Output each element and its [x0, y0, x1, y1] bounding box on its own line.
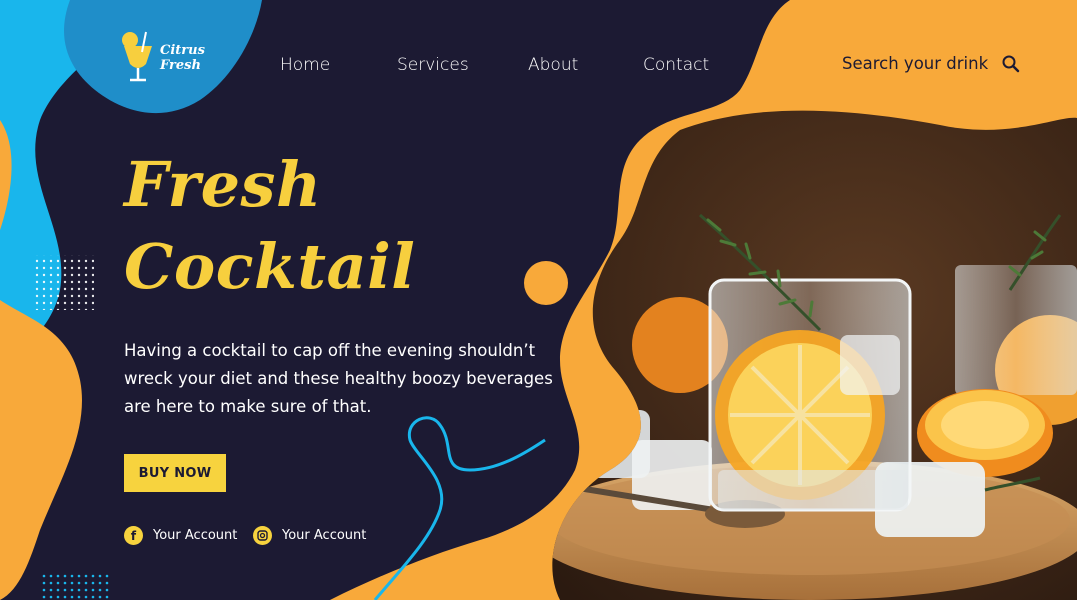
hero-title-line2: Cocktail: [124, 230, 416, 303]
nav-home[interactable]: Home: [280, 55, 330, 75]
instagram-account-label: Your Account: [282, 528, 367, 543]
search-bar[interactable]: Search your drink: [842, 54, 1020, 73]
hero-title-line1: Fresh: [124, 148, 322, 221]
instagram-account-link[interactable]: Your Account: [253, 526, 366, 545]
buy-now-button[interactable]: BUY NOW: [124, 454, 226, 492]
facebook-account-label: Your Account: [153, 528, 238, 543]
search-icon[interactable]: [1002, 55, 1020, 73]
instagram-icon: [253, 526, 272, 545]
nav-about[interactable]: About: [528, 55, 578, 75]
nav-contact[interactable]: Contact: [643, 55, 709, 75]
nav-services[interactable]: Services: [397, 55, 469, 75]
search-label[interactable]: Search your drink: [842, 54, 988, 73]
hero-description: Having a cocktail to cap off the evening…: [124, 341, 553, 416]
cocktail-glass-icon: [122, 31, 152, 82]
brand-name: Citrus Fresh: [160, 43, 205, 73]
brand-name-line2: Fresh: [160, 58, 201, 73]
facebook-icon: f: [124, 526, 143, 545]
landing-page: Citrus Fresh Home Services About Contact…: [0, 0, 1077, 600]
facebook-account-link[interactable]: f Your Account: [124, 526, 237, 545]
brand-name-line1: Citrus: [160, 43, 205, 58]
